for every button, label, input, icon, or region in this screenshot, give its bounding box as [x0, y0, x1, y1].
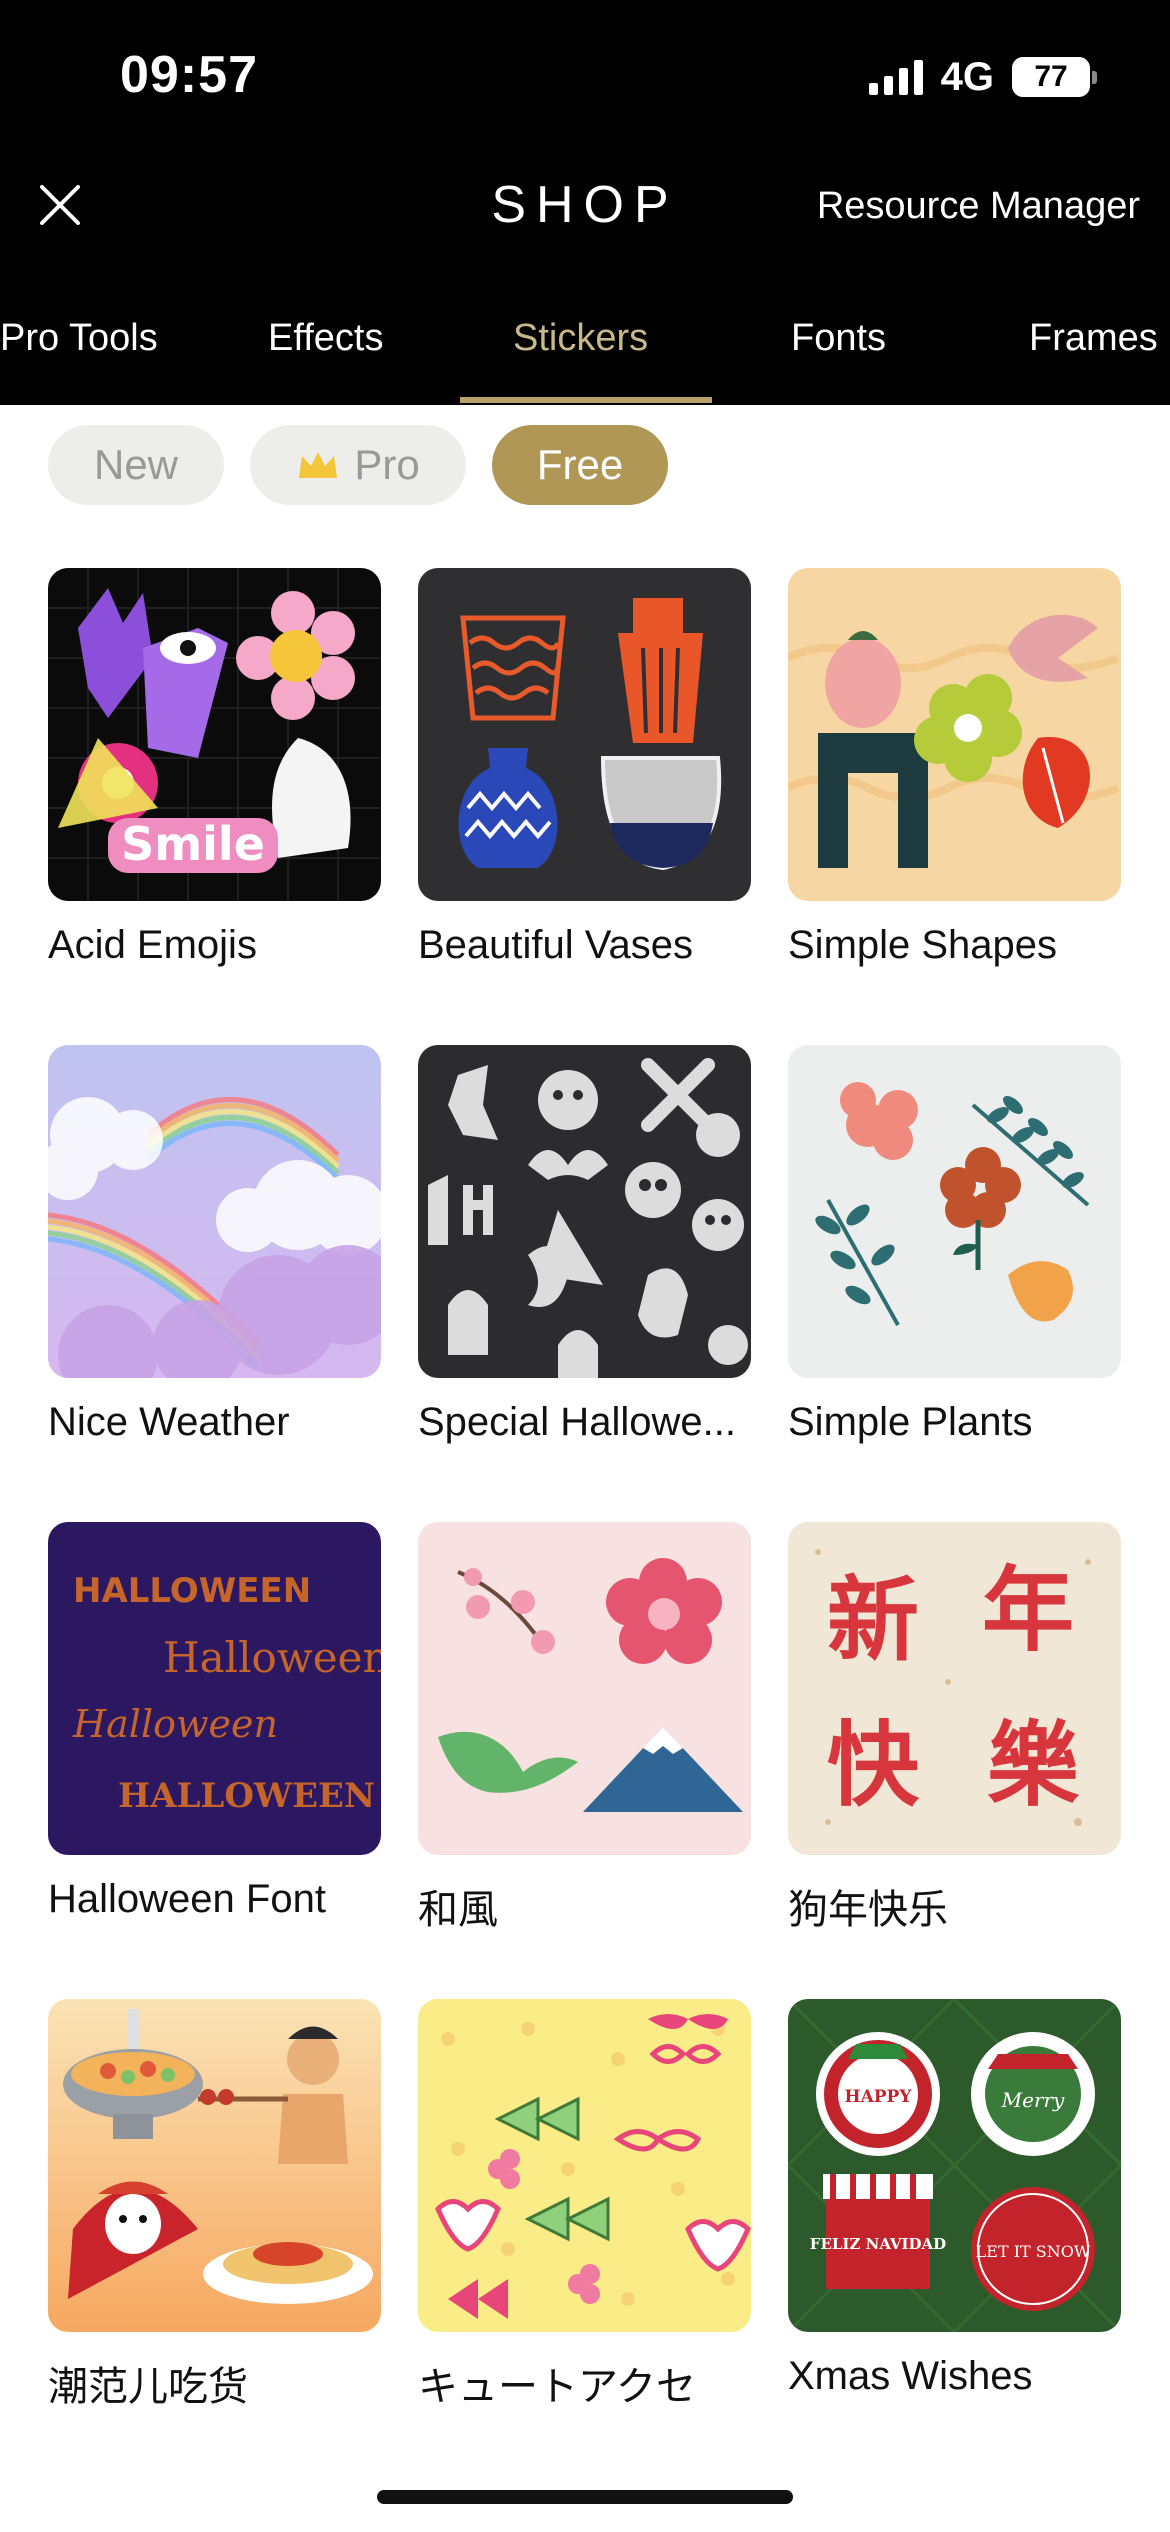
status-indicators: 4G 77	[868, 52, 1097, 102]
tab-frames[interactable]: Frames	[1029, 317, 1158, 360]
art-text-3: FELIZ NAVIDAD	[810, 2235, 946, 2253]
sticker-pack-name: Halloween Font	[48, 1877, 326, 1921]
network-label: 4G	[940, 54, 994, 99]
acid-emojis-thumbnail: Smile	[48, 568, 381, 901]
svg-text:Smile: Smile	[121, 817, 265, 871]
new-year-thumbnail: 新 年 快 樂	[788, 1522, 1121, 1855]
halloween-font-thumbnail: HALLOWEEN Halloween Halloween HALLOWEEN	[48, 1522, 381, 1855]
sticker-pack-card[interactable]: 新 年 快 樂 狗年快乐	[788, 1522, 1121, 1999]
sticker-pack-name: キュートアクセ	[418, 2365, 696, 2409]
tab-fonts[interactable]: Fonts	[791, 317, 886, 360]
art-text-1: 新	[827, 1567, 919, 1674]
sticker-pack-card[interactable]: Simple Shapes	[788, 568, 1121, 1045]
xmas-thumbnail: HAPPY Merry FELIZ NAVIDAD LET IT SNOW	[788, 1999, 1121, 2332]
shapes-thumbnail	[788, 568, 1121, 901]
filter-chips: New Pro Free	[48, 425, 668, 505]
sticker-pack-name: Acid Emojis	[48, 923, 257, 967]
sticker-pack-name: Simple Shapes	[788, 923, 1058, 967]
rainbow-thumbnail	[48, 1045, 381, 1378]
filter-new-label: New	[93, 441, 179, 488]
sticker-pack-card[interactable]: HAPPY Merry FELIZ NAVIDAD LET IT SNOW Xm…	[788, 1999, 1121, 2476]
tab-pro-tools[interactable]: Pro Tools	[0, 317, 158, 360]
sticker-pack-name: 潮范儿吃货	[48, 2365, 248, 2409]
sticker-pack-card[interactable]: 和風	[418, 1522, 751, 1999]
japanese-style-thumbnail	[418, 1522, 751, 1855]
app-header: 09:57 4G 77 SHOP Resource Manager Pro To…	[0, 0, 1170, 405]
sticker-pack-name: 和風	[418, 1888, 498, 1932]
sticker-pack-card[interactable]: Special Hallowe...	[418, 1045, 751, 1522]
cute-accessories-thumbnail	[418, 1999, 751, 2332]
art-text-4: LET IT SNOW	[976, 2242, 1091, 2261]
art-text-3: Halloween	[72, 1702, 278, 1746]
sticker-pack-name: Beautiful Vases	[418, 923, 693, 967]
battery-level: 77	[1034, 60, 1068, 93]
art-text-2: Merry	[1001, 2088, 1065, 2112]
art-text-1: HALLOWEEN	[73, 1571, 311, 1611]
filter-pro[interactable]: Pro	[250, 425, 466, 505]
foodie-thumbnail	[48, 1999, 381, 2332]
sticker-pack-name: Xmas Wishes	[788, 2354, 1033, 2398]
filter-pro-label: Pro	[354, 441, 420, 488]
sticker-pack-name: Special Hallowe...	[418, 1400, 736, 1444]
sticker-pack-card[interactable]: Beautiful Vases	[418, 568, 751, 1045]
close-button[interactable]	[30, 175, 90, 235]
sticker-pack-card[interactable]: キュートアクセ	[418, 1999, 751, 2476]
art-text-2: Halloween	[163, 1633, 381, 1682]
sticker-grid: Smile Acid Emojis Beautiful Vases Simple…	[48, 568, 1122, 2476]
sticker-pack-card[interactable]: HALLOWEEN Halloween Halloween HALLOWEEN …	[48, 1522, 381, 1999]
tab-stickers[interactable]: Stickers	[513, 317, 648, 360]
crown-icon	[299, 452, 338, 478]
art-text-4: 樂	[987, 1712, 1080, 1819]
status-time: 09:57	[120, 46, 258, 104]
sticker-pack-name: 狗年快乐	[788, 1888, 948, 1932]
active-tab-indicator	[460, 397, 712, 403]
filter-new[interactable]: New	[48, 425, 224, 505]
category-tabs: Pro Tools Effects Stickers Fonts Frames	[0, 305, 1170, 405]
sticker-pack-card[interactable]: 潮范儿吃货	[48, 1999, 381, 2476]
filter-free[interactable]: Free	[492, 425, 668, 505]
battery-icon: 77	[1012, 57, 1097, 97]
sticker-pack-card[interactable]: Nice Weather	[48, 1045, 381, 1522]
resource-manager-link[interactable]: Resource Manager	[817, 185, 1140, 228]
vases-thumbnail	[418, 568, 751, 901]
page-title: SHOP	[491, 176, 679, 234]
halloween-pattern-thumbnail	[418, 1045, 751, 1378]
art-text-4: HALLOWEEN	[118, 1776, 375, 1816]
sticker-pack-card[interactable]: Simple Plants	[788, 1045, 1121, 1522]
art-text-3: 快	[827, 1712, 920, 1819]
plants-thumbnail	[788, 1045, 1121, 1378]
filter-free-label: Free	[536, 441, 624, 488]
signal-icon	[868, 59, 923, 95]
home-indicator[interactable]	[377, 2490, 793, 2504]
sticker-pack-name: Nice Weather	[48, 1400, 290, 1444]
tab-effects[interactable]: Effects	[268, 317, 383, 360]
sticker-pack-name: Simple Plants	[788, 1400, 1033, 1444]
close-icon	[40, 185, 80, 225]
sticker-pack-card[interactable]: Smile Acid Emojis	[48, 568, 381, 1045]
art-text-1: HAPPY	[845, 2087, 913, 2107]
art-text-2: 年	[982, 1557, 1074, 1664]
